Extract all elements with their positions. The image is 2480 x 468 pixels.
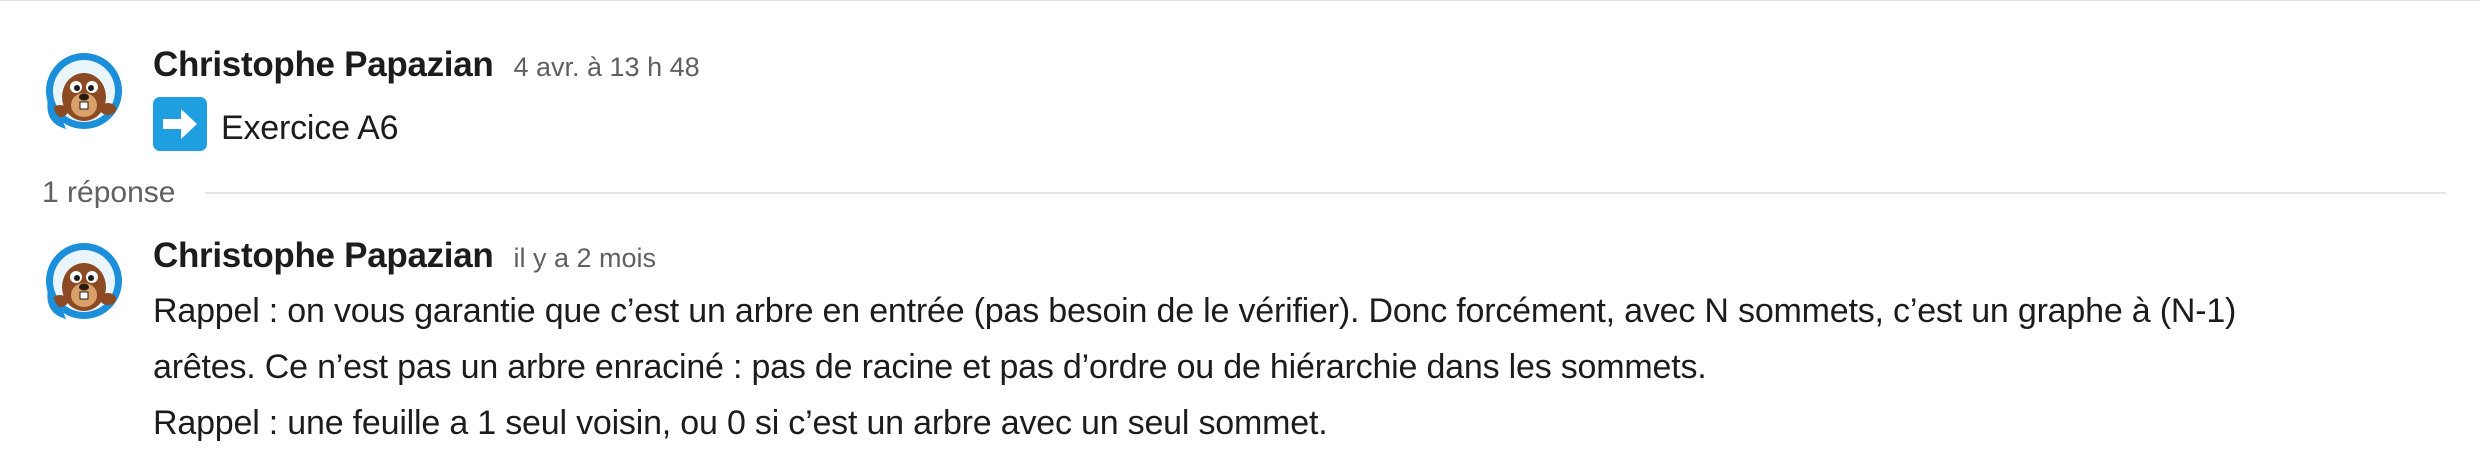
- avatar[interactable]: [42, 239, 126, 323]
- message-header: Christophe Papazian il y a 2 mois: [153, 236, 656, 276]
- message-text: Exercice A6: [153, 97, 399, 151]
- author-name[interactable]: Christophe Papazian: [153, 45, 494, 85]
- message-header: Christophe Papazian 4 avr. à 13 h 48: [153, 45, 700, 85]
- message-pane: Christophe Papazian 4 avr. à 13 h 48 Exe…: [0, 0, 2480, 468]
- divider-line: [205, 192, 2446, 194]
- beaver-avatar-icon: [46, 53, 122, 129]
- message-line: Rappel : une feuille a 1 seul voisin, ou…: [153, 404, 1328, 442]
- message-body: Exercice A6: [221, 109, 399, 147]
- message-timestamp[interactable]: il y a 2 mois: [513, 243, 656, 274]
- message-line: Rappel : on vous garantie que c’est un a…: [153, 292, 2237, 330]
- avatar[interactable]: [42, 49, 126, 133]
- message-line: arêtes. Ce n’est pas un arbre enraciné :…: [153, 348, 1707, 386]
- author-name[interactable]: Christophe Papazian: [153, 236, 494, 276]
- reply-count-link[interactable]: 1 réponse: [42, 176, 175, 210]
- message-timestamp[interactable]: 4 avr. à 13 h 48: [513, 52, 699, 83]
- arrow-right-icon: [153, 97, 207, 151]
- beaver-avatar-icon: [46, 243, 122, 319]
- thread-replies-divider: 1 réponse: [42, 173, 2446, 213]
